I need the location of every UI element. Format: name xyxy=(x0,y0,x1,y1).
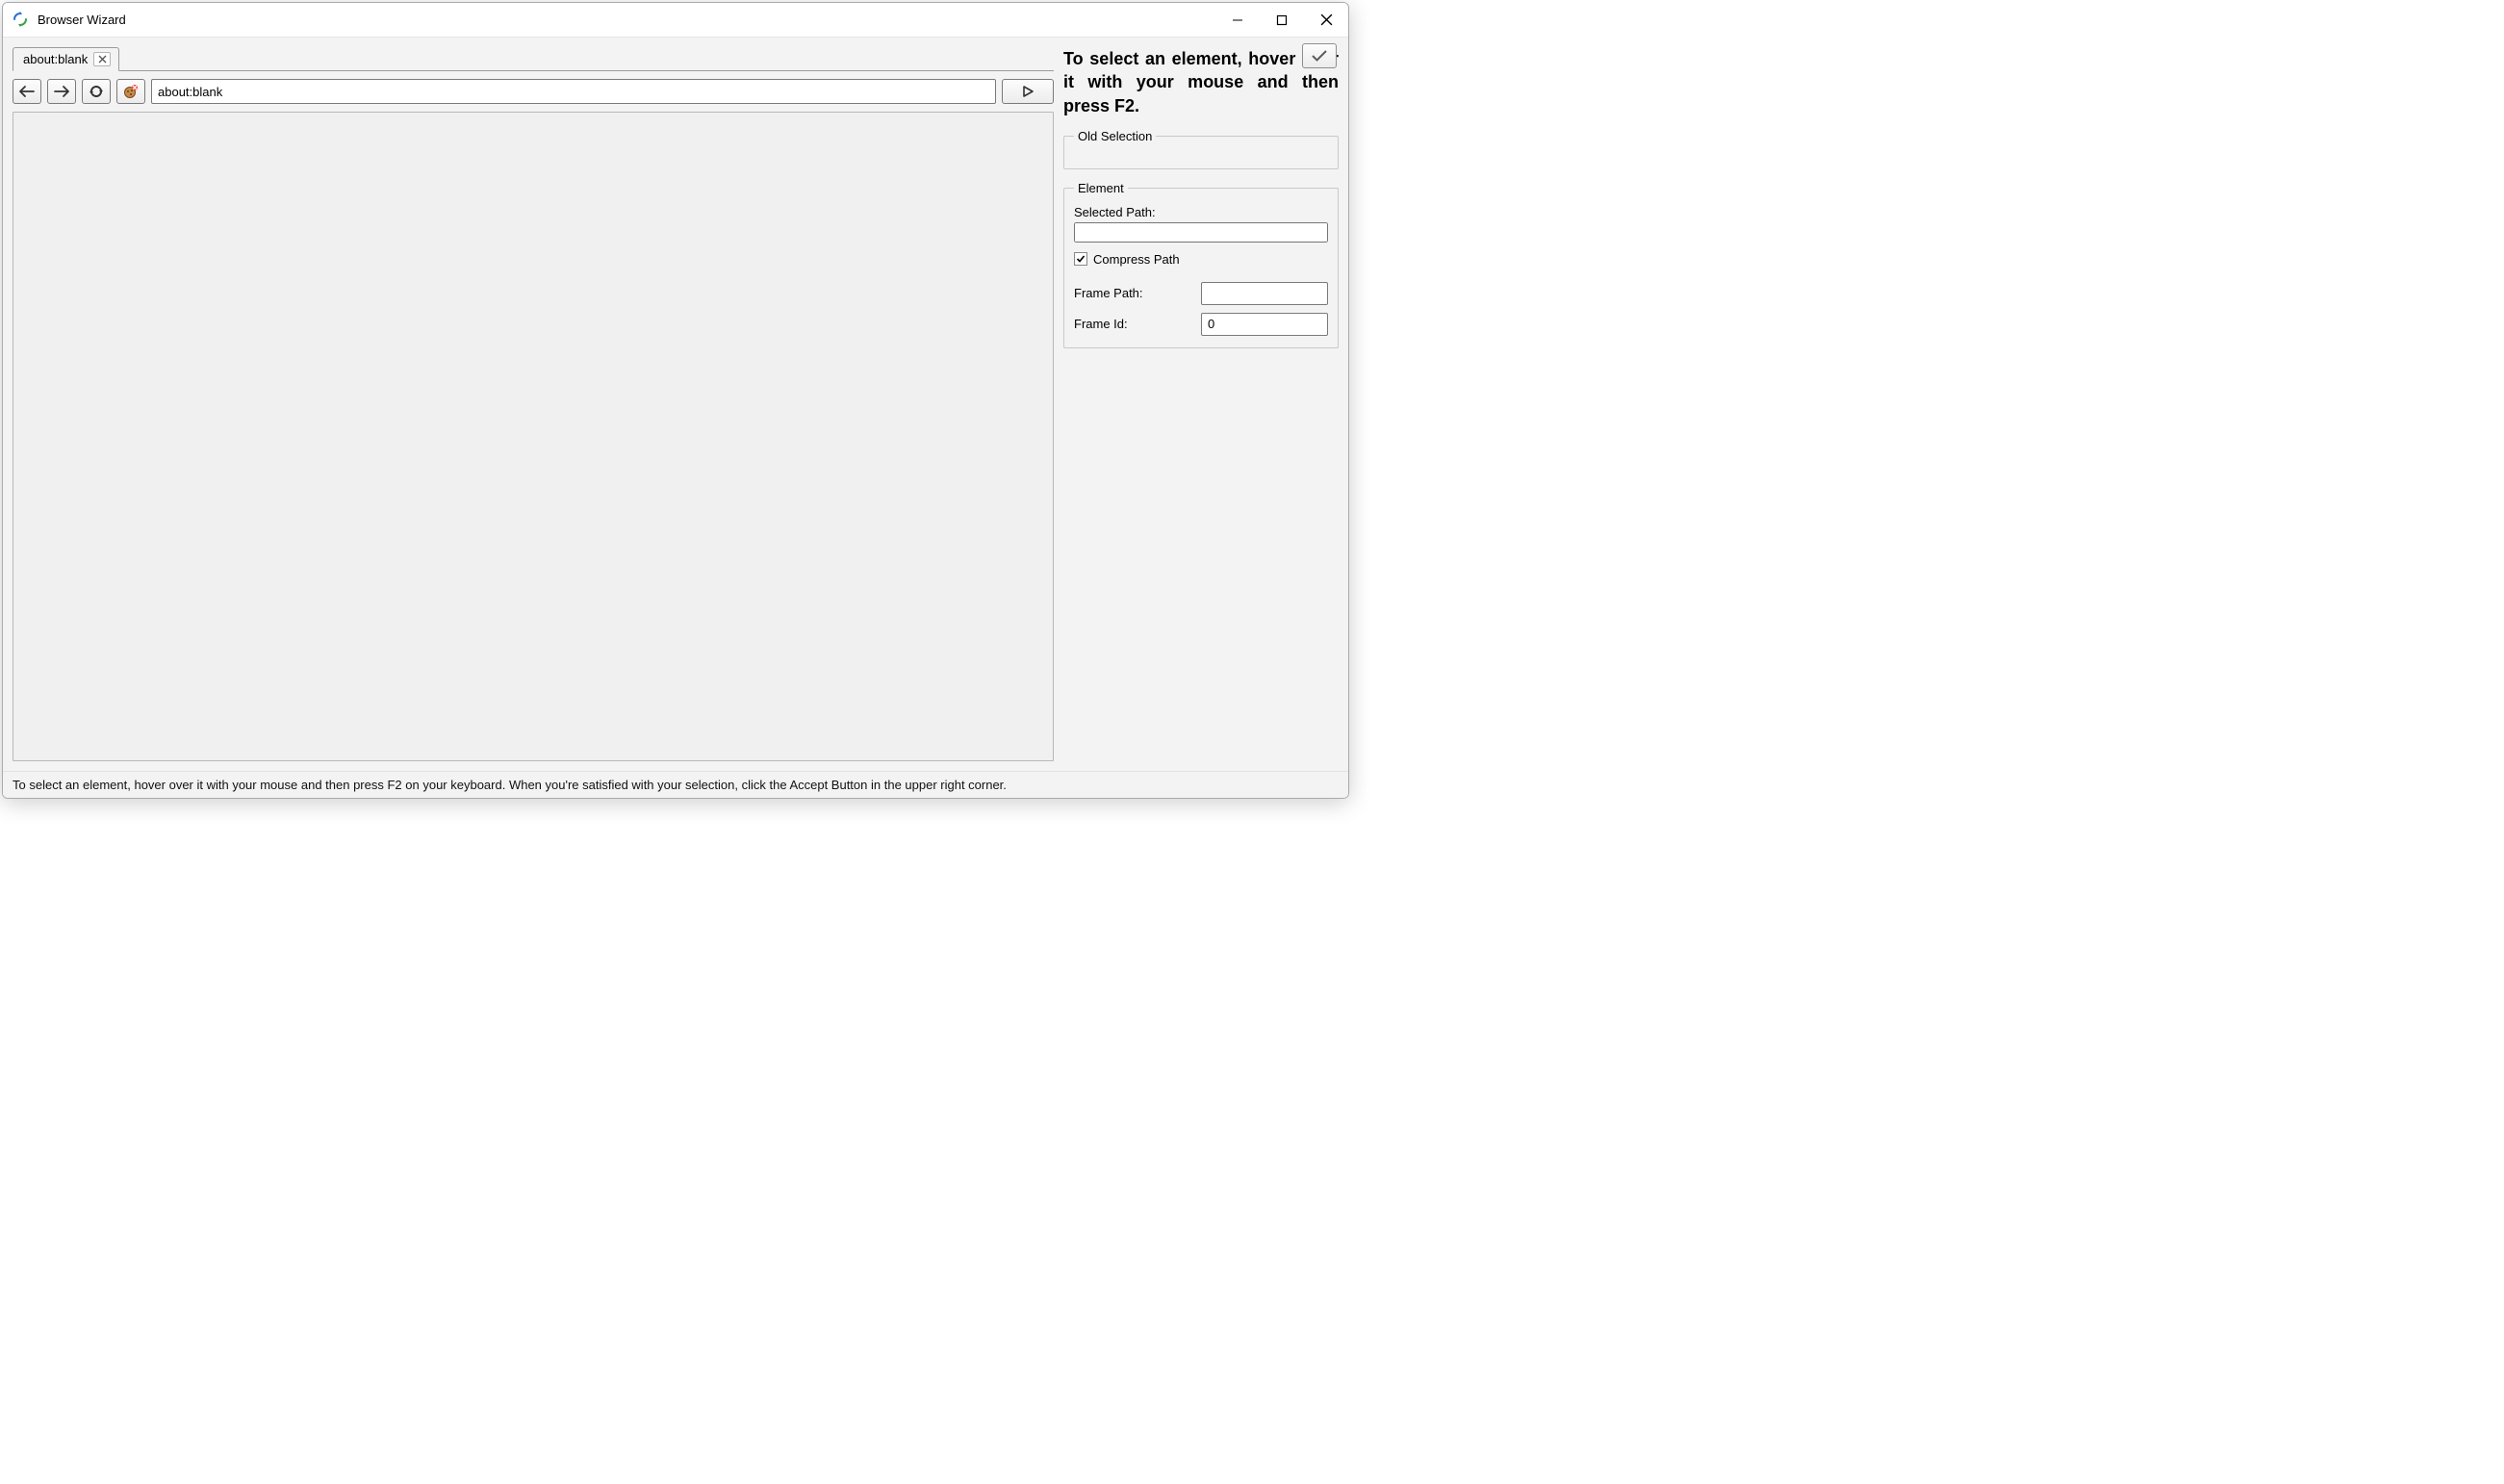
frame-path-input[interactable] xyxy=(1201,282,1328,305)
tab-bar: about:blank xyxy=(13,42,1054,71)
status-text: To select an element, hover over it with… xyxy=(13,778,1007,792)
titlebar: Browser Wizard xyxy=(3,3,1348,38)
address-bar[interactable] xyxy=(151,79,996,104)
app-body: about:blank xyxy=(3,38,1348,798)
check-icon xyxy=(1076,254,1086,264)
app-window: Browser Wizard a xyxy=(2,2,1349,799)
app-icon xyxy=(13,12,30,29)
frame-id-input[interactable] xyxy=(1201,313,1328,336)
stop-cookies-button[interactable] xyxy=(116,79,145,104)
status-bar: To select an element, hover over it with… xyxy=(3,771,1348,798)
nav-toolbar xyxy=(13,71,1054,112)
play-icon xyxy=(1021,85,1035,98)
check-icon xyxy=(1311,49,1328,63)
minimize-button[interactable] xyxy=(1215,3,1260,38)
forward-button[interactable] xyxy=(47,79,76,104)
close-icon xyxy=(98,55,107,64)
accept-button[interactable] xyxy=(1302,43,1337,68)
tab-label: about:blank xyxy=(23,52,88,66)
tab[interactable]: about:blank xyxy=(13,47,119,71)
page-viewport[interactable] xyxy=(13,112,1054,761)
back-button[interactable] xyxy=(13,79,41,104)
refresh-button[interactable] xyxy=(82,79,111,104)
tab-close-button[interactable] xyxy=(93,52,111,66)
browser-panel: about:blank xyxy=(3,42,1063,771)
arrow-left-icon xyxy=(18,85,36,98)
old-selection-group: Old Selection xyxy=(1063,129,1339,169)
maximize-button[interactable] xyxy=(1260,3,1304,38)
selected-path-input[interactable] xyxy=(1074,222,1328,243)
frame-path-label: Frame Path: xyxy=(1074,286,1191,300)
cookie-stop-icon xyxy=(123,84,139,99)
compress-path-checkbox[interactable] xyxy=(1074,252,1087,266)
window-title: Browser Wizard xyxy=(38,13,126,27)
selected-path-label: Selected Path: xyxy=(1074,205,1328,219)
element-group: Element Selected Path: Compress Path xyxy=(1063,181,1339,348)
side-panel: To select an element, hover over it with… xyxy=(1063,42,1348,771)
element-legend: Element xyxy=(1074,181,1128,195)
compress-path-label: Compress Path xyxy=(1093,252,1180,267)
close-button[interactable] xyxy=(1304,3,1348,38)
go-button[interactable] xyxy=(1002,79,1054,104)
arrow-right-icon xyxy=(53,85,70,98)
refresh-icon xyxy=(89,84,104,99)
frame-id-label: Frame Id: xyxy=(1074,317,1191,331)
instructions-text: To select an element, hover over it with… xyxy=(1063,47,1339,117)
old-selection-legend: Old Selection xyxy=(1074,129,1156,143)
